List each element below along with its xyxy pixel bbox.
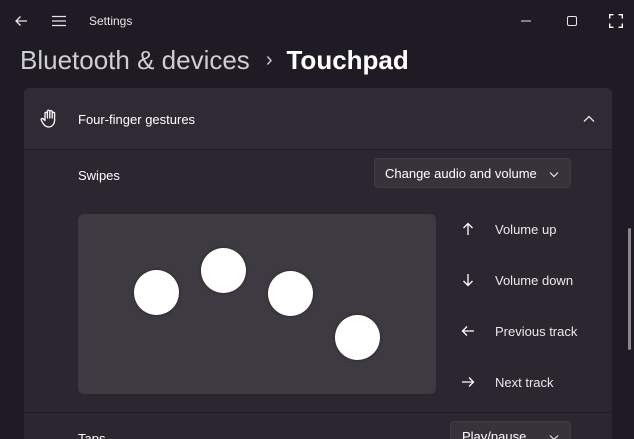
maximize-button[interactable]	[552, 6, 592, 36]
finger-dot	[134, 270, 179, 315]
chevron-down-icon	[549, 435, 559, 439]
finger-dot	[335, 315, 380, 360]
arrow-up-icon	[460, 221, 476, 237]
action-label: Volume up	[495, 221, 557, 237]
taps-label: Taps	[78, 431, 106, 439]
arrow-left-icon	[460, 323, 476, 339]
action-label: Previous track	[495, 323, 578, 339]
breadcrumb-separator: ›	[265, 48, 273, 71]
arrow-down-icon	[460, 272, 476, 288]
minimize-button[interactable]	[506, 6, 546, 36]
collapse-button[interactable]	[578, 108, 600, 130]
finger-dot	[268, 271, 313, 316]
maximize-icon	[567, 16, 577, 26]
chevron-down-icon	[549, 172, 559, 178]
four-finger-gestures-header[interactable]: Four-finger gestures	[24, 88, 612, 150]
action-label: Next track	[495, 374, 554, 390]
back-button[interactable]	[6, 6, 36, 36]
breadcrumb: Bluetooth & devices › Touchpad	[20, 42, 409, 78]
action-next-track: Next track	[460, 372, 554, 392]
page-title: Touchpad	[286, 44, 409, 75]
touchpad-illustration	[78, 214, 436, 394]
hamburger-icon	[52, 15, 66, 27]
fullscreen-icon	[609, 14, 623, 28]
navigation-menu-button[interactable]	[44, 6, 74, 36]
chevron-up-icon	[583, 115, 595, 122]
swipes-dropdown[interactable]: Change audio and volume	[374, 158, 571, 188]
taps-row: Taps Play/pause	[24, 412, 612, 439]
taps-dropdown-value: Play/pause	[462, 428, 527, 439]
taps-dropdown[interactable]: Play/pause	[450, 421, 571, 439]
action-previous-track: Previous track	[460, 321, 577, 341]
finger-dot	[201, 248, 246, 293]
swipes-label: Swipes	[78, 168, 120, 183]
swipes-dropdown-value: Change audio and volume	[385, 165, 537, 181]
fullscreen-button[interactable]	[598, 6, 634, 36]
title-bar: Settings	[0, 0, 634, 42]
arrow-right-icon	[460, 374, 476, 390]
action-volume-up: Volume up	[460, 219, 556, 239]
back-arrow-icon	[15, 16, 27, 26]
action-label: Volume down	[495, 272, 574, 288]
app-title: Settings	[89, 14, 133, 28]
section-title: Four-finger gestures	[78, 112, 196, 127]
action-volume-down: Volume down	[460, 270, 573, 290]
hand-icon	[40, 109, 56, 128]
four-finger-gestures-panel: Four-finger gestures Swipes Change audio…	[24, 88, 612, 439]
minimize-icon	[521, 20, 531, 22]
scrollbar[interactable]	[628, 228, 631, 350]
breadcrumb-parent-link[interactable]: Bluetooth & devices	[20, 45, 250, 76]
